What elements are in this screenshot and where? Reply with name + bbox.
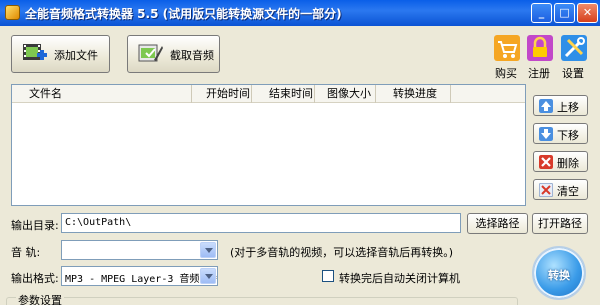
app-window: 全能音频格式转换器 5.5 (试用版只能转换源文件的一部分) _ □ ✕ 添加文…	[0, 0, 600, 305]
delete-label: 删除	[557, 157, 579, 170]
chevron-down-icon[interactable]	[200, 268, 216, 284]
output-dir-value: C:\OutPath\	[65, 217, 132, 228]
film-add-icon	[23, 44, 47, 60]
output-dir-field[interactable]: C:\OutPath\	[61, 213, 461, 233]
clear-label: 清空	[557, 185, 579, 198]
column-header-start-time[interactable]: 开始时间	[192, 85, 252, 103]
move-down-label: 下移	[557, 129, 579, 142]
audio-track-select[interactable]	[61, 240, 218, 260]
column-header-progress[interactable]: 转换进度	[376, 85, 451, 103]
move-up-button[interactable]: 上移	[533, 95, 588, 116]
shutdown-checkbox[interactable]	[322, 270, 334, 282]
open-path-button[interactable]: 打开路径	[532, 213, 588, 234]
column-header-filename[interactable]: 文件名	[12, 85, 192, 103]
add-file-button[interactable]: 添加文件	[11, 35, 110, 73]
file-list[interactable]: 文件名 开始时间 结束时间 图像大小 转换进度	[11, 84, 526, 206]
convert-label: 转换	[548, 269, 570, 282]
register-label[interactable]: 注册	[528, 65, 550, 81]
output-format-value: MP3 - MPEG Layer-3 音频 (*	[65, 274, 218, 285]
window-title: 全能音频格式转换器 5.5 (试用版只能转换源文件的一部分)	[25, 7, 342, 21]
clip-edit-icon	[138, 44, 163, 62]
clip-audio-button[interactable]: 截取音频	[127, 35, 220, 73]
column-header-image-size[interactable]: 图像大小	[315, 85, 376, 103]
clip-audio-label: 截取音频	[170, 49, 214, 62]
delete-button[interactable]: 删除	[533, 151, 588, 172]
close-button[interactable]: ✕	[577, 3, 598, 23]
convert-button[interactable]: 转换	[532, 246, 586, 300]
move-up-label: 上移	[557, 101, 579, 114]
delete-x-icon	[539, 155, 553, 169]
clear-list-icon	[539, 183, 553, 197]
move-down-button[interactable]: 下移	[533, 123, 588, 144]
maximize-button[interactable]: □	[554, 3, 575, 23]
arrow-down-icon	[539, 127, 553, 141]
add-file-label: 添加文件	[54, 49, 98, 62]
shopping-cart-icon[interactable]	[493, 34, 521, 62]
wrench-screwdriver-icon[interactable]	[560, 34, 588, 62]
lock-icon[interactable]	[526, 34, 554, 62]
arrow-up-icon	[539, 99, 553, 113]
audio-track-hint: (对于多音轨的视频，可以选择音轨后再转换。)	[230, 246, 454, 259]
app-icon	[5, 5, 20, 20]
minimize-button[interactable]: _	[531, 3, 552, 23]
clear-button[interactable]: 清空	[533, 179, 588, 200]
buy-label[interactable]: 购买	[495, 65, 517, 81]
file-list-header: 文件名 开始时间 结束时间 图像大小 转换进度	[12, 85, 525, 103]
output-format-select[interactable]: MP3 - MPEG Layer-3 音频 (*	[61, 266, 218, 286]
settings-label[interactable]: 设置	[562, 65, 584, 81]
output-dir-label: 输出目录:	[11, 219, 59, 232]
audio-track-label: 音 轨:	[11, 246, 41, 259]
params-groupbox	[6, 297, 518, 305]
chevron-down-icon[interactable]	[200, 242, 216, 258]
params-group-title: 参数设置	[16, 292, 64, 305]
choose-path-button[interactable]: 选择路径	[467, 213, 528, 234]
column-header-end-time[interactable]: 结束时间	[252, 85, 315, 103]
output-format-label: 输出格式:	[11, 272, 59, 285]
shutdown-checkbox-label[interactable]: 转换完后自动关闭计算机	[339, 270, 460, 286]
title-bar[interactable]: 全能音频格式转换器 5.5 (试用版只能转换源文件的一部分) _ □ ✕	[0, 0, 600, 26]
